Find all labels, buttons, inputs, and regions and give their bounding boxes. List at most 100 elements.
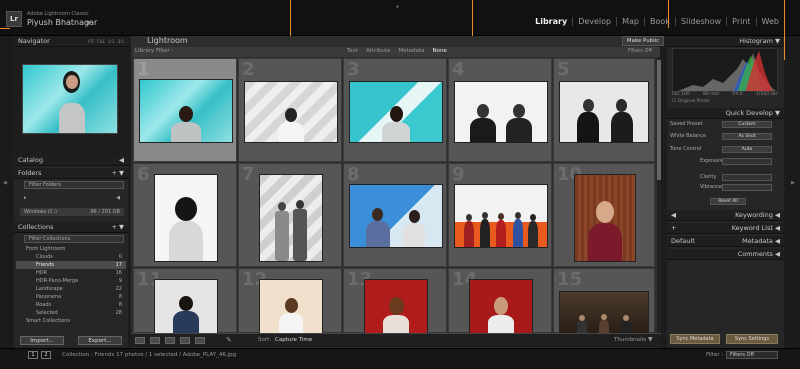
left-edge-strip[interactable] [0,36,12,348]
grid-cell[interactable]: 12 [238,268,342,334]
photo-thumbnail[interactable] [574,174,636,262]
painter-icon[interactable]: ✎ [226,336,232,344]
grid-view-icon[interactable] [135,337,145,344]
module-develop[interactable]: Develop [572,17,616,26]
filter-collections-input[interactable]: Filter Collections [24,235,124,243]
collapse-right-icon[interactable]: ▶ [791,180,795,186]
photo-thumbnail[interactable] [454,81,548,143]
collection-item[interactable]: HDR 16 [16,269,126,277]
scrollbar-thumb[interactable] [657,60,661,180]
page-1-button[interactable]: 1 [28,351,38,359]
saved-preset-dropdown[interactable]: Custom [722,121,772,128]
right-edge-strip[interactable] [786,36,800,348]
grid-cell[interactable]: 1 [133,58,237,162]
zoom-fit[interactable]: FIT [88,39,94,44]
keywording-header[interactable]: ◀ Keywording ◀ [667,210,784,221]
module-map[interactable]: Map [616,17,644,26]
zoom-fill[interactable]: FILL [97,39,105,44]
grid-cell[interactable]: 15 [553,268,655,334]
toolbar-menu-icon[interactable]: ▼ [648,336,653,343]
sort-dropdown[interactable]: Capture Time [275,337,312,343]
collapse-left-icon[interactable]: ◀ [3,180,7,186]
navigator-preview-image[interactable] [22,64,118,134]
module-print[interactable]: Print [726,17,755,26]
photo-thumbnail[interactable] [139,79,233,143]
filmstrip-source-status[interactable]: Collection : Friends 17 photos / 1 selec… [62,352,236,358]
grid-cell[interactable]: 6 [133,163,237,267]
collection-item[interactable]: Clouds 0 [16,253,126,261]
module-book[interactable]: Book [644,17,675,26]
filter-preset-dropdown[interactable]: Filters Off [628,48,652,54]
quick-develop-header[interactable]: Quick Develop ▼ [667,108,784,119]
collapse-top-icon[interactable]: ▲ [396,3,399,8]
add-folder-icon[interactable]: + ▼ [111,169,124,177]
module-slideshow[interactable]: Slideshow [674,17,726,26]
make-public-button[interactable]: Make Public [622,36,664,46]
page-2-button[interactable]: 2 [41,351,51,359]
photo-thumbnail[interactable] [559,81,649,143]
filter-tab-metadata[interactable]: Metadata [398,48,424,54]
original-photo-checkbox[interactable]: ☐ Original Photo [672,99,709,104]
filter-folders-input[interactable]: Filter Folders [24,181,124,189]
collection-item[interactable]: Roads 8 [16,301,126,309]
grid-cell[interactable]: 2 [238,58,342,162]
collection-item[interactable]: Landscape 22 [16,285,126,293]
photo-thumbnail[interactable] [259,279,323,334]
collection-set[interactable]: Smart Collections [16,317,126,325]
photo-thumbnail[interactable] [244,81,338,143]
collections-header[interactable]: Collections + ▼ [14,222,128,233]
photo-thumbnail[interactable] [454,184,548,248]
clarity-stepper[interactable] [722,174,772,181]
photo-thumbnail[interactable] [154,279,218,334]
compare-view-icon[interactable] [165,337,175,344]
volume-row[interactable]: Windows (C:) 96 / 201 GB [20,208,124,216]
people-view-icon[interactable] [195,337,205,344]
filter-tab-text[interactable]: Text [347,48,358,54]
module-web[interactable]: Web [755,17,784,26]
photo-thumbnail[interactable] [559,291,649,334]
collection-set[interactable]: From Lightroom [16,245,126,253]
volume-selector[interactable]: ▸ ◀ [20,194,124,202]
exposure-stepper[interactable] [722,158,772,165]
collection-item[interactable]: HDR-Pano-Merge 9 [16,277,126,285]
grid-cell[interactable]: 11 [133,268,237,334]
metadata-preset-dropdown[interactable]: Default [671,237,695,245]
auto-tone-button[interactable]: Auto [722,146,772,153]
filter-tab-none[interactable]: None [432,48,446,54]
zoom-3-1[interactable]: 3:1 [118,39,124,44]
grid-cell[interactable]: 13 [343,268,447,334]
folders-header[interactable]: Folders + ▼ [14,168,128,179]
photo-thumbnail[interactable] [259,174,323,262]
grid-cell[interactable]: 5 [553,58,655,162]
export-button[interactable]: Export... [78,336,122,345]
sync-metadata-button[interactable]: Sync Metadata [670,334,720,344]
grid-cell[interactable]: 9 [448,163,552,267]
collection-item[interactable]: Selected 28 [16,309,126,317]
add-keyword-icon[interactable]: + [671,224,676,232]
grid-cell[interactable]: 8 [343,163,447,267]
comments-header[interactable]: Comments ◀ [667,249,784,260]
photo-thumbnail[interactable] [349,81,443,143]
import-button[interactable]: Import... [20,336,64,345]
grid-cell[interactable]: 4 [448,58,552,162]
white-balance-dropdown[interactable]: As Shot [722,133,772,140]
photo-thumbnail[interactable] [349,184,443,248]
module-library[interactable]: Library [530,17,572,26]
collection-item[interactable]: Panorama 8 [16,293,126,301]
grid-cell[interactable]: 14 [448,268,552,334]
photo-thumbnail[interactable] [154,174,218,262]
loupe-view-icon[interactable] [150,337,160,344]
grid-cell[interactable]: 7 [238,163,342,267]
metadata-header[interactable]: Default Metadata ◀ [667,236,784,247]
add-collection-icon[interactable]: + ▼ [111,223,124,231]
filmstrip-filter-dropdown[interactable]: Filters Off [726,351,778,359]
histogram-chart[interactable] [672,48,778,92]
keyword-list-header[interactable]: + Keyword List ◀ [667,223,784,234]
navigator-header[interactable]: Navigator FIT FILL 1:1 3:1 [14,36,128,47]
grid-cell[interactable]: 10 [553,163,655,267]
sync-settings-button[interactable]: Sync Settings [726,334,778,344]
photo-thumbnail[interactable] [364,279,428,334]
chevron-down-icon[interactable]: ▼ [86,20,91,27]
vibrance-stepper[interactable] [722,184,772,191]
histogram-header[interactable]: Histogram ▼ [667,36,784,47]
